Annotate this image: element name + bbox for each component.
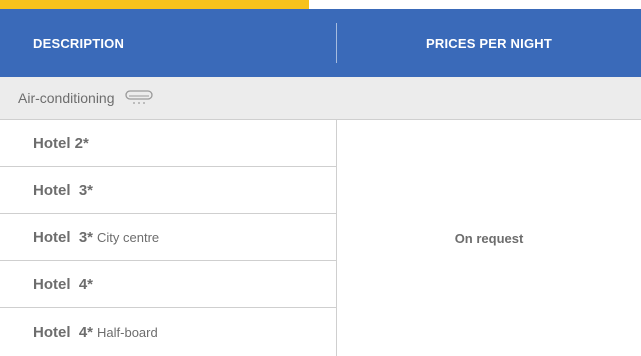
table-header: DESCRIPTION PRICES PER NIGHT bbox=[0, 9, 641, 77]
header-description: DESCRIPTION bbox=[33, 35, 125, 51]
hotel-note: Half-board bbox=[97, 324, 158, 340]
hotel-name: Hotel 4* bbox=[33, 323, 94, 341]
hotel-list: Hotel 2* Hotel 3* Hotel 3* City centre H… bbox=[0, 120, 337, 356]
hotel-name: Hotel 3* bbox=[33, 228, 94, 246]
accent-bar bbox=[0, 0, 309, 9]
hotel-name: Hotel 4* bbox=[33, 275, 94, 293]
hotel-name: Hotel 3* bbox=[33, 181, 94, 199]
table-row: Hotel 2* bbox=[0, 120, 336, 167]
price-cell: On request bbox=[337, 120, 641, 356]
section-row-air-conditioning: Air-conditioning bbox=[0, 77, 641, 120]
price-value: On request bbox=[454, 230, 524, 246]
table-row: Hotel 4* Half-board bbox=[0, 308, 336, 356]
hotel-note: City centre bbox=[97, 229, 160, 245]
air-conditioner-icon bbox=[124, 90, 153, 106]
section-label: Air-conditioning bbox=[18, 90, 115, 106]
header-prices-per-night: PRICES PER NIGHT bbox=[426, 35, 552, 51]
table-row: Hotel 3* City centre bbox=[0, 214, 336, 261]
hotel-name: Hotel 2* bbox=[33, 134, 89, 152]
table-row: Hotel 3* bbox=[0, 167, 336, 214]
table-row: Hotel 4* bbox=[0, 261, 336, 308]
